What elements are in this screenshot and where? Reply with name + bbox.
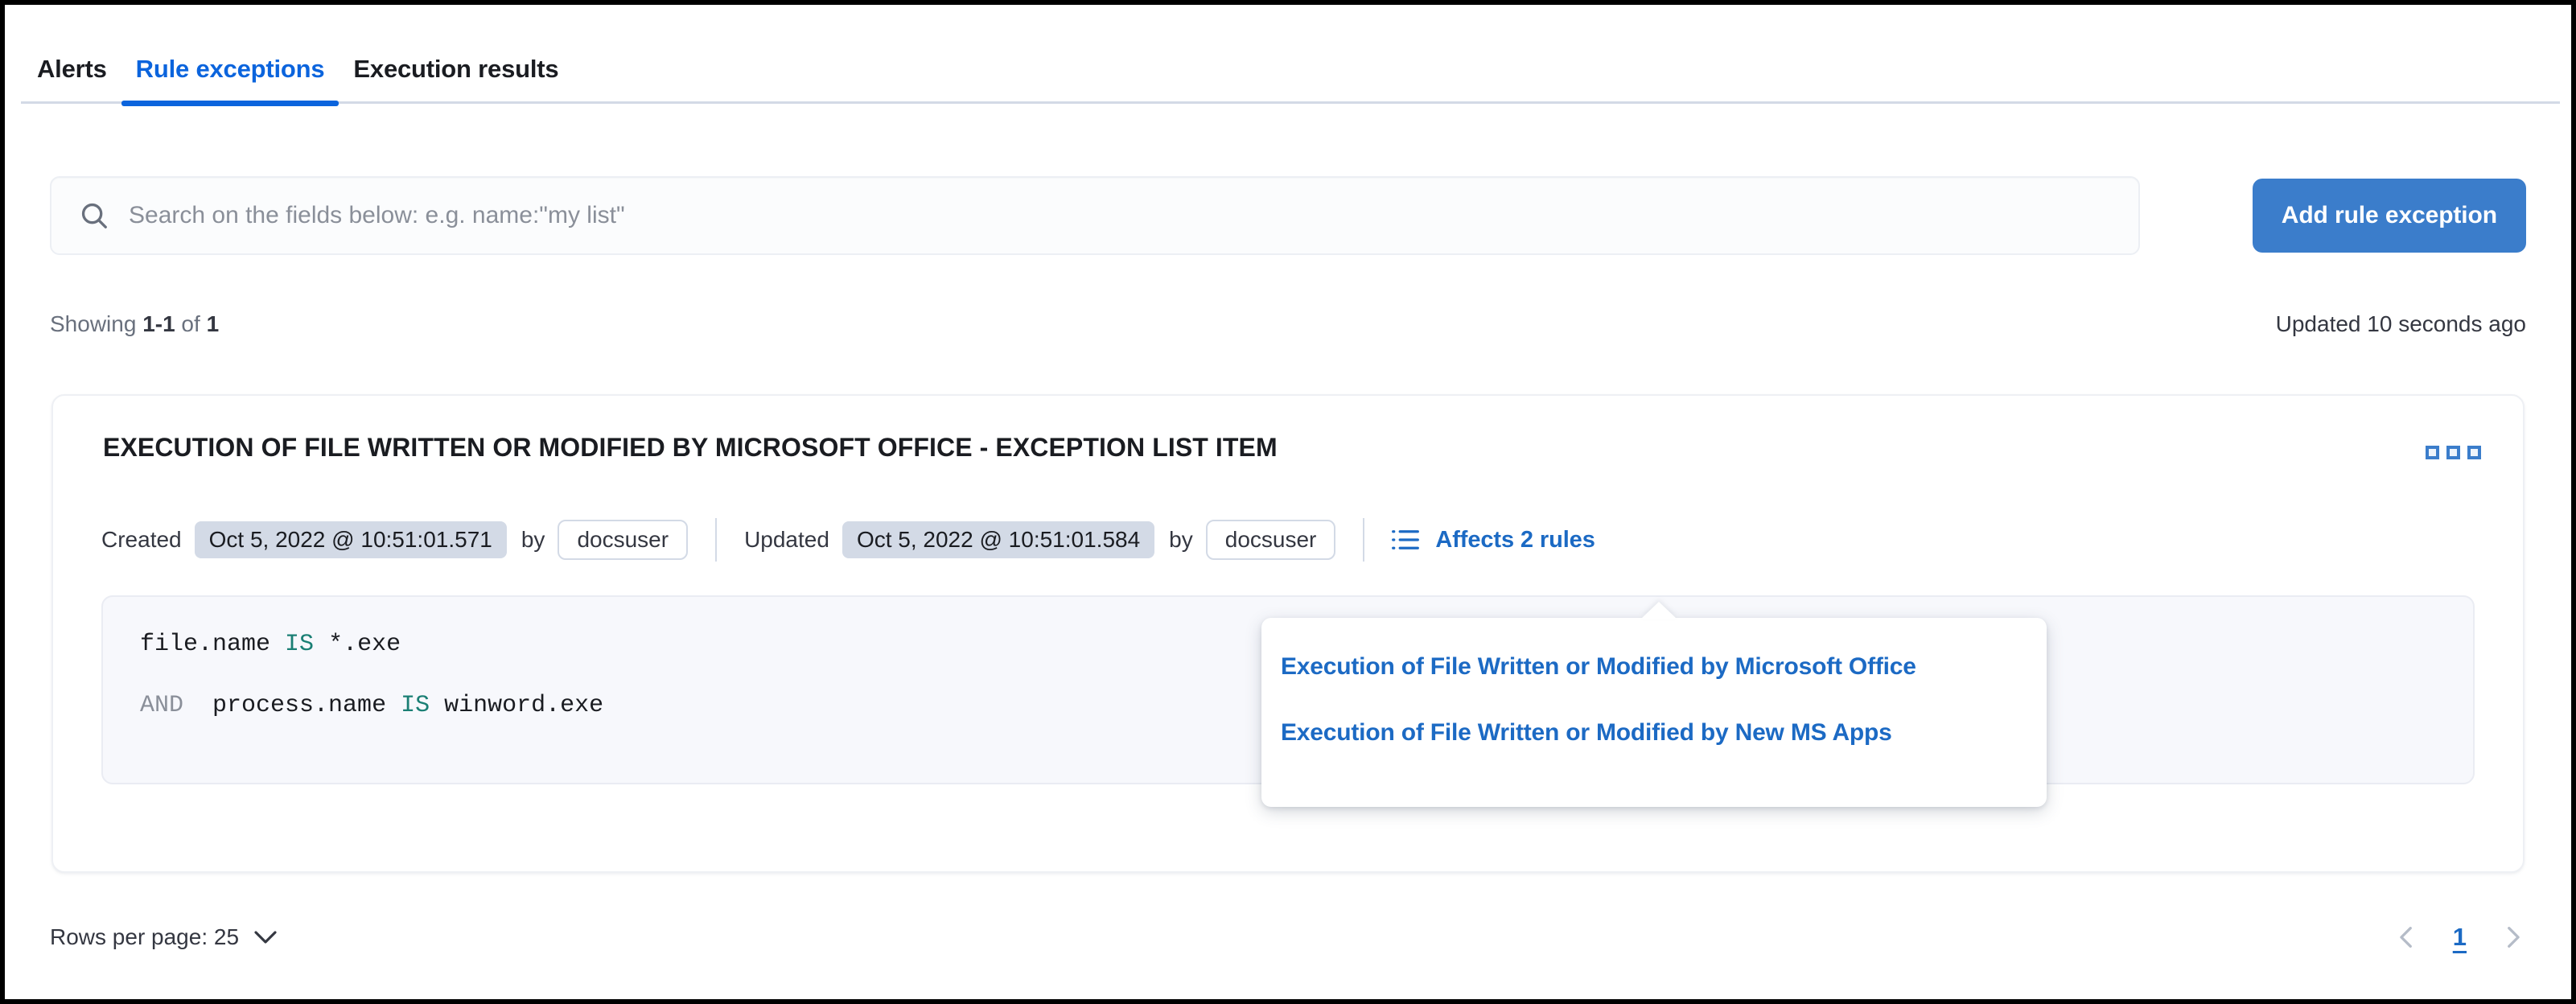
chevron-right-icon[interactable] [2499,924,2526,951]
query-value-2: winword.exe [444,692,604,719]
query-operator-1: IS [285,631,315,658]
query-value-1: *.exe [328,631,401,658]
affects-rules-link[interactable]: Affects 2 rules [1392,527,1595,553]
exception-meta-row: Created Oct 5, 2022 @ 10:51:01.571 by do… [101,518,1595,562]
rows-per-page-label: Rows per page: 25 [50,924,240,949]
showing-middle: of [175,311,207,336]
chevron-left-icon[interactable] [2393,924,2421,951]
query-conjunction-2: AND [140,692,184,719]
updated-by-label: by [1169,527,1193,552]
screenshot-frame: Alerts Rule exceptions Execution results… [0,0,2576,1004]
tab-bar: Alerts Rule exceptions Execution results [5,5,2571,106]
app-content: Alerts Rule exceptions Execution results… [5,5,2571,999]
table-footer: Rows per page: 25 1 [50,909,2526,965]
tab-list: Alerts Rule exceptions Execution results [23,5,573,106]
updated-by-user-badge: docsuser [1205,520,1336,560]
boxes-horizontal-icon[interactable] [2418,438,2489,467]
showing-prefix: Showing [50,311,143,336]
chevron-down-icon [254,931,277,944]
menu-box-1 [2426,446,2439,459]
showing-range: 1-1 [142,311,175,336]
query-field-1: file.name [140,631,271,658]
meta-divider-2 [1363,518,1365,562]
search-box[interactable] [50,176,2140,255]
showing-count: Showing 1-1 of 1 [50,311,219,337]
list-icon [1392,530,1420,549]
menu-box-3 [2467,446,2481,459]
query-field-2: process.name [212,692,387,719]
meta-divider-1 [715,518,718,562]
tab-rule-exceptions[interactable]: Rule exceptions [121,55,339,106]
search-input[interactable] [109,202,2138,229]
menu-box-2 [2446,446,2460,459]
affects-rules-label: Affects 2 rules [1435,526,1595,553]
tab-alerts[interactable]: Alerts [23,55,121,106]
affected-rule-link-2[interactable]: Execution of File Written or Modified by… [1281,708,2027,758]
updated-label: Updated [744,527,829,552]
affected-rule-link-1[interactable]: Execution of File Written or Modified by… [1281,642,2027,692]
results-meta-row: Showing 1-1 of 1 Updated 10 seconds ago [50,306,2526,343]
pagination: 1 [2393,923,2526,952]
showing-total: 1 [206,311,220,336]
search-icon [81,203,107,228]
tab-execution-results[interactable]: Execution results [339,55,573,106]
exception-title: EXECUTION OF FILE WRITTEN OR MODIFIED BY… [103,433,1278,462]
created-timestamp-badge: Oct 5, 2022 @ 10:51:01.571 [194,521,507,558]
updated-timestamp-badge: Oct 5, 2022 @ 10:51:01.584 [842,521,1155,558]
rows-per-page-select[interactable]: Rows per page: 25 [50,924,278,950]
search-toolbar: Add rule exception [50,176,2526,255]
created-label: Created [101,527,182,552]
affected-rules-popover: Execution of File Written or Modified by… [1261,618,2047,807]
add-rule-exception-button[interactable]: Add rule exception [2252,179,2526,253]
created-by-user-badge: docsuser [558,520,689,560]
updated-timestamp: Updated 10 seconds ago [2275,311,2526,336]
pagination-page-1[interactable]: 1 [2448,923,2471,952]
query-operator-2: IS [401,692,430,719]
created-by-label: by [521,527,545,552]
